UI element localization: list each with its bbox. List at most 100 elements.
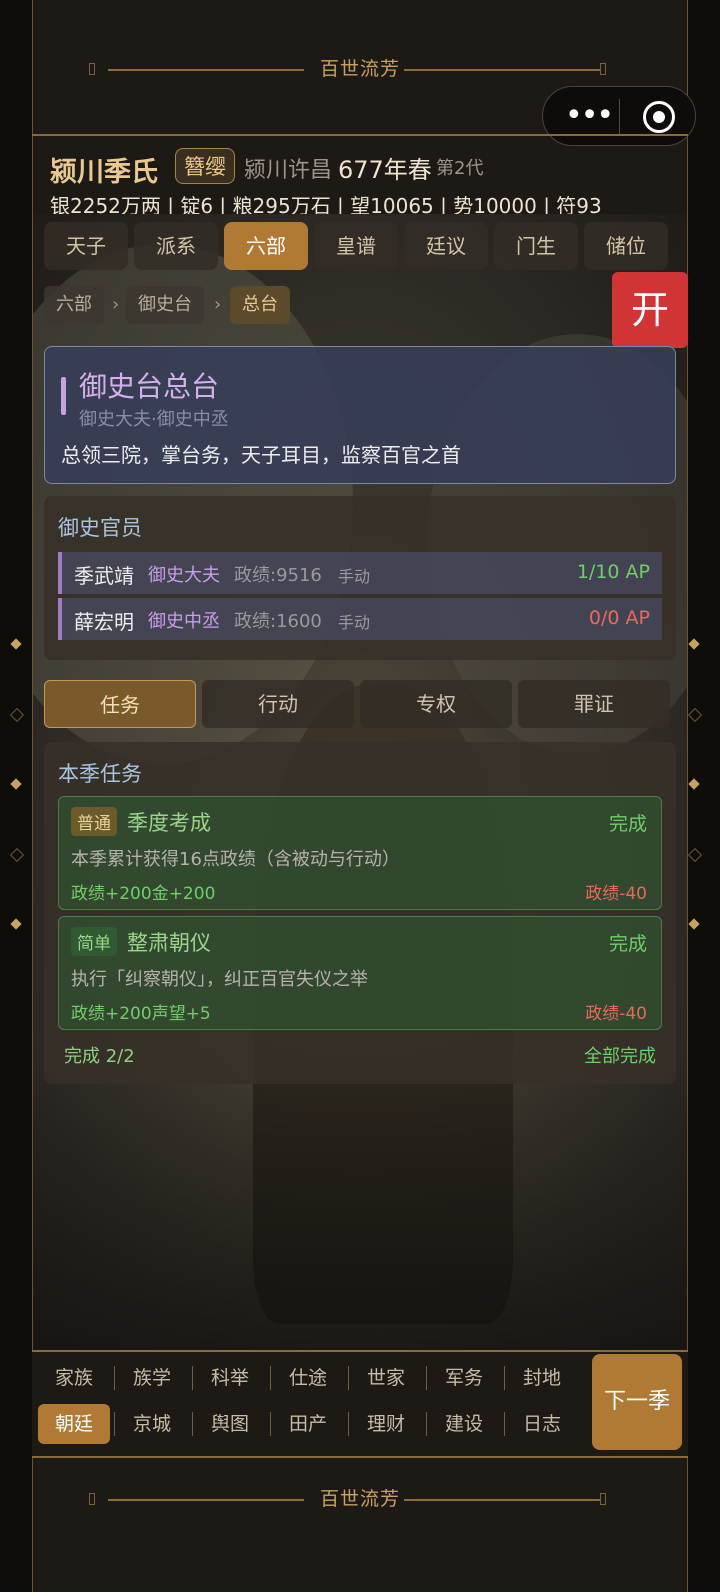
task-status: 完成 xyxy=(608,933,647,955)
nav-divider xyxy=(348,1412,349,1436)
subtab-tasks[interactable]: 任务 xyxy=(44,680,196,728)
ornament-diamond xyxy=(10,778,22,790)
nav-chaoting[interactable]: 朝廷 xyxy=(38,1404,110,1444)
tasks-progress: 完成 2/2 xyxy=(64,1046,135,1067)
official-row[interactable]: 季武靖 御史大夫 政绩:9516 手动 1/10 AP xyxy=(58,552,662,594)
tab-liubu[interactable]: 六部 xyxy=(224,222,308,270)
nav-divider xyxy=(504,1412,505,1436)
task-penalty: 政绩-40 xyxy=(585,884,647,904)
task-name: 季度考成 xyxy=(127,811,211,835)
nav-jiazu[interactable]: 家族 xyxy=(38,1358,110,1398)
task-name: 整肃朝仪 xyxy=(127,931,211,955)
generation-label: 第2代 xyxy=(436,158,484,179)
banner-title: 百世流芳 xyxy=(319,1488,400,1510)
nav-keju[interactable]: 科举 xyxy=(194,1358,266,1398)
ornament-diamond xyxy=(10,918,22,930)
task-description: 执行「纠察朝仪」，纠正百官失仪之举 xyxy=(71,969,368,990)
subtab-privileges[interactable]: 专权 xyxy=(360,680,512,728)
accent-bar xyxy=(61,377,66,415)
nav-tianchan[interactable]: 田产 xyxy=(272,1404,344,1444)
banner-cap-right xyxy=(600,63,606,75)
tab-paixi[interactable]: 派系 xyxy=(134,222,218,270)
official-row[interactable]: 薛宏明 御史中丞 政绩:1600 手动 0/0 AP xyxy=(58,598,662,640)
nav-yutu[interactable]: 舆图 xyxy=(194,1404,266,1444)
task-level-badge: 普通 xyxy=(71,807,117,836)
task-level-badge: 简单 xyxy=(71,927,117,956)
department-title: 御史台总台 xyxy=(79,370,220,403)
clan-location: 颍川许昌 xyxy=(244,158,333,183)
sub-tabs: 任务 行动 专权 罪证 xyxy=(44,680,676,730)
ornament-diamond xyxy=(687,707,703,723)
official-ap: 1/10 AP xyxy=(576,561,650,583)
nav-junwu[interactable]: 军务 xyxy=(428,1358,500,1398)
tasks-all-done: 全部完成 xyxy=(584,1046,656,1067)
official-mode[interactable]: 手动 xyxy=(338,563,370,587)
close-target-icon[interactable] xyxy=(643,101,675,133)
nav-zuxue[interactable]: 族学 xyxy=(116,1358,188,1398)
next-season-button[interactable]: 下一季 xyxy=(592,1354,682,1450)
official-name: 季武靖 xyxy=(74,564,134,588)
breadcrumb-zongtai[interactable]: 总台 xyxy=(230,286,290,324)
official-ap: 0/0 AP xyxy=(588,607,650,629)
official-merit: 政绩:1600 xyxy=(234,611,322,632)
banner-line-right xyxy=(404,69,600,71)
tab-mensheng[interactable]: 门生 xyxy=(494,222,578,270)
department-subtitle: 御史大夫·御史中丞 xyxy=(79,409,229,430)
nav-divider xyxy=(426,1412,427,1436)
chevron-right-icon: › xyxy=(112,294,120,315)
breadcrumb-liubu[interactable]: 六部 xyxy=(44,286,104,324)
nav-divider xyxy=(192,1366,193,1390)
tab-tingyi[interactable]: 廷议 xyxy=(404,222,488,270)
nav-divider xyxy=(504,1366,505,1390)
nav-rizhi[interactable]: 日志 xyxy=(506,1404,578,1444)
tasks-panel: 本季任务 普通 季度考成 完成 本季累计获得16点政绩（含被动与行动） 政绩+2… xyxy=(44,742,676,1084)
nav-jianshe[interactable]: 建设 xyxy=(428,1404,500,1444)
clan-name: 颍川季氏 xyxy=(50,157,158,188)
nav-jingcheng[interactable]: 京城 xyxy=(116,1404,188,1444)
season-label: 677年春 xyxy=(338,156,432,184)
bottom-banner: 百世流芳 xyxy=(0,1470,720,1530)
open-button[interactable]: 开 xyxy=(612,272,688,348)
more-dots-icon[interactable]: ••• xyxy=(565,101,614,131)
banner-title: 百世流芳 xyxy=(319,58,400,80)
official-mode[interactable]: 手动 xyxy=(338,609,370,633)
tasks-title: 本季任务 xyxy=(58,762,142,786)
subtab-evidence[interactable]: 罪证 xyxy=(518,680,670,728)
tab-chuwei[interactable]: 储位 xyxy=(584,222,668,270)
clan-header: 颍川季氏 簪缨 颍川许昌 677年春 第2代 银2252万两 | 锭6 | 粮2… xyxy=(32,134,688,218)
ornament-diamond xyxy=(9,707,25,723)
ornament-diamond xyxy=(9,847,25,863)
breadcrumb-yushitai[interactable]: 御史台 xyxy=(126,286,204,324)
tab-tianzi[interactable]: 天子 xyxy=(44,222,128,270)
nav-shijia[interactable]: 世家 xyxy=(350,1358,422,1398)
task-card[interactable]: 简单 整肃朝仪 完成 执行「纠察朝仪」，纠正百官失仪之举 政绩+200声望+5 … xyxy=(58,916,662,1030)
nav-shitu[interactable]: 仕途 xyxy=(272,1358,344,1398)
task-reward: 政绩+200金+200 xyxy=(71,884,216,904)
task-reward: 政绩+200声望+5 xyxy=(71,1004,211,1024)
chevron-right-icon: › xyxy=(214,294,222,315)
subtab-actions[interactable]: 行动 xyxy=(202,680,354,728)
department-description: 总领三院，掌台务，天子耳目，监察百官之首 xyxy=(61,443,461,467)
officials-panel: 御史官员 季武靖 御史大夫 政绩:9516 手动 1/10 AP 薛宏明 御史中… xyxy=(44,496,676,660)
nav-divider xyxy=(192,1412,193,1436)
nav-divider xyxy=(114,1366,115,1390)
ornament-diamond xyxy=(688,778,700,790)
official-role: 御史大夫 xyxy=(148,565,220,586)
ornament-diamond xyxy=(687,847,703,863)
bottom-nav: 家族 族学 科举 仕途 世家 军务 封地 朝廷 京城 舆图 田产 理财 建设 日… xyxy=(32,1350,688,1458)
nav-fengdi[interactable]: 封地 xyxy=(506,1358,578,1398)
officials-title: 御史官员 xyxy=(58,516,142,540)
nav-licai[interactable]: 理财 xyxy=(350,1404,422,1444)
task-card[interactable]: 普通 季度考成 完成 本季累计获得16点政绩（含被动与行动） 政绩+200金+2… xyxy=(58,796,662,910)
official-role: 御史中丞 xyxy=(148,611,220,632)
main-tabs: 天子 派系 六部 皇谱 廷议 门生 储位 xyxy=(44,222,676,270)
official-name: 薛宏明 xyxy=(74,610,134,634)
ornament-diamond xyxy=(10,638,22,650)
task-description: 本季累计获得16点政绩（含被动与行动） xyxy=(71,849,400,870)
clan-title-badge: 簪缨 xyxy=(175,148,235,184)
nav-divider xyxy=(270,1412,271,1436)
banner-line-right xyxy=(404,1499,600,1501)
ornament-diamond xyxy=(688,918,700,930)
tab-huangpu[interactable]: 皇谱 xyxy=(314,222,398,270)
nav-divider xyxy=(114,1412,115,1436)
